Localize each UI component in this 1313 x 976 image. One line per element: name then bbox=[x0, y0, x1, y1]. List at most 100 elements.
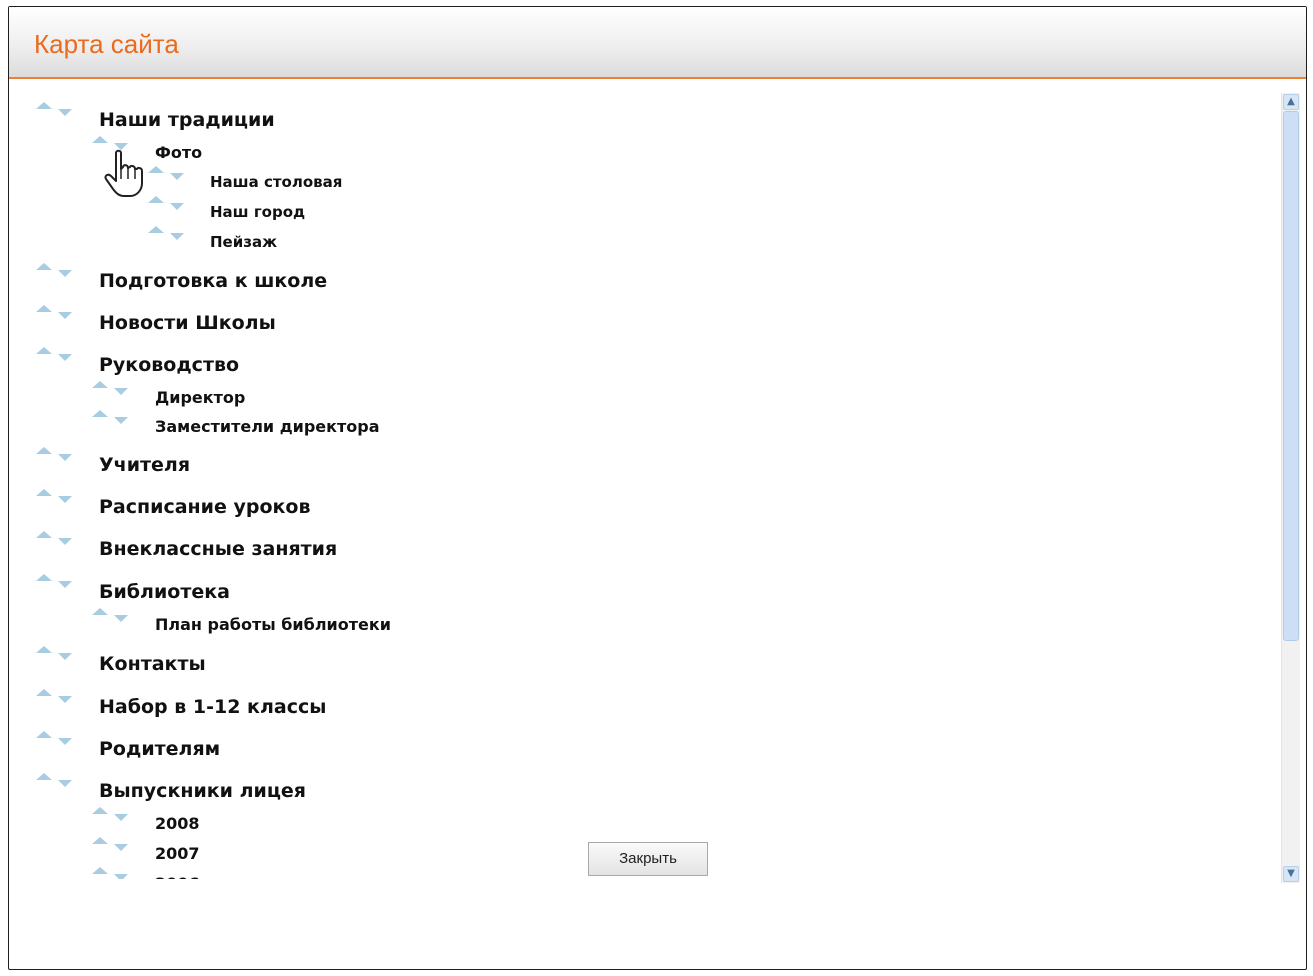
move-arrows bbox=[36, 528, 76, 552]
tree-item: Расписание уроков bbox=[9, 489, 909, 528]
tree-item-label[interactable]: Расписание уроков bbox=[99, 496, 311, 518]
scrollbar[interactable]: ▲ ▼ bbox=[1281, 93, 1300, 883]
move-arrows bbox=[92, 605, 132, 629]
arrow-down-icon[interactable] bbox=[170, 173, 184, 180]
dialog-header: Карта сайта bbox=[9, 7, 1306, 79]
arrow-up-icon[interactable] bbox=[148, 226, 164, 233]
tree-item-label[interactable]: Набор в 1-12 классы bbox=[99, 696, 326, 718]
move-arrows bbox=[36, 686, 76, 710]
arrow-up-icon[interactable] bbox=[36, 347, 52, 354]
tree-item: Руководство bbox=[9, 347, 909, 386]
move-arrows bbox=[36, 486, 76, 510]
tree-item-label[interactable]: 2008 bbox=[155, 814, 200, 833]
arrow-down-icon[interactable] bbox=[58, 270, 72, 277]
tree-item-label[interactable]: Подготовка к школе bbox=[99, 270, 327, 292]
tree-item-label[interactable]: Наш город bbox=[210, 203, 305, 221]
arrow-down-icon[interactable] bbox=[58, 538, 72, 545]
tree-item: Директор bbox=[9, 381, 909, 420]
arrow-up-icon[interactable] bbox=[36, 489, 52, 496]
arrow-down-icon[interactable] bbox=[114, 417, 128, 424]
arrow-down-icon[interactable] bbox=[114, 844, 128, 851]
tree-item: 2007 bbox=[9, 837, 909, 876]
tree-item-label[interactable]: Новости Школы bbox=[99, 312, 276, 334]
move-arrows bbox=[148, 223, 188, 247]
arrow-up-icon[interactable] bbox=[36, 689, 52, 696]
arrow-up-icon[interactable] bbox=[148, 196, 164, 203]
arrow-down-icon[interactable] bbox=[114, 615, 128, 622]
arrow-down-icon[interactable] bbox=[58, 496, 72, 503]
arrow-down-icon[interactable] bbox=[58, 780, 72, 787]
tree-item-label[interactable]: Заместители директора bbox=[155, 417, 380, 436]
arrow-down-icon[interactable] bbox=[58, 581, 72, 588]
move-arrows bbox=[92, 864, 132, 879]
scroll-down-button[interactable]: ▼ bbox=[1283, 866, 1299, 882]
move-arrows bbox=[148, 193, 188, 217]
arrow-up-icon[interactable] bbox=[92, 410, 108, 417]
arrow-down-icon[interactable] bbox=[114, 388, 128, 395]
arrow-up-icon[interactable] bbox=[92, 867, 108, 874]
tree-item-label[interactable]: Учителя bbox=[99, 454, 190, 476]
close-button[interactable]: Закрыть bbox=[588, 842, 708, 876]
arrow-down-icon[interactable] bbox=[58, 109, 72, 116]
arrow-down-icon[interactable] bbox=[58, 738, 72, 745]
arrow-up-icon[interactable] bbox=[92, 381, 108, 388]
tree-item-label[interactable]: 2007 bbox=[155, 844, 200, 863]
arrow-up-icon[interactable] bbox=[36, 731, 52, 738]
tree-item-label[interactable]: Пейзаж bbox=[210, 233, 277, 251]
tree-item-label[interactable]: Контакты bbox=[99, 653, 206, 675]
tree-item: Внеклассные занятия bbox=[9, 531, 909, 570]
arrow-down-icon[interactable] bbox=[170, 203, 184, 210]
arrow-up-icon[interactable] bbox=[36, 574, 52, 581]
arrow-up-icon[interactable] bbox=[36, 102, 52, 109]
arrow-down-icon[interactable] bbox=[58, 454, 72, 461]
move-arrows bbox=[92, 378, 132, 402]
move-arrows bbox=[36, 728, 76, 752]
tree-item: Учителя bbox=[9, 447, 909, 486]
move-arrows bbox=[148, 163, 188, 187]
tree-item: Новости Школы bbox=[9, 305, 909, 344]
tree-item-label[interactable]: Директор bbox=[155, 388, 245, 407]
arrow-down-icon[interactable] bbox=[58, 354, 72, 361]
arrow-down-icon[interactable] bbox=[114, 874, 128, 879]
arrow-down-icon[interactable] bbox=[58, 312, 72, 319]
arrow-up-icon[interactable] bbox=[36, 646, 52, 653]
tree-item-label[interactable]: Библиотека bbox=[99, 581, 230, 603]
tree-item: Наши традиции bbox=[9, 102, 909, 141]
scroll-up-button[interactable]: ▲ bbox=[1283, 94, 1299, 110]
arrow-down-icon[interactable] bbox=[58, 653, 72, 660]
arrow-up-icon[interactable] bbox=[148, 166, 164, 173]
page-title: Карта сайта bbox=[34, 29, 179, 59]
arrow-up-icon[interactable] bbox=[36, 263, 52, 270]
scroll-thumb[interactable] bbox=[1283, 111, 1299, 641]
tree-item: Пейзаж bbox=[9, 226, 909, 265]
tree-item-label[interactable]: План работы библиотеки bbox=[155, 615, 391, 634]
arrow-up-icon[interactable] bbox=[36, 447, 52, 454]
arrow-down-icon[interactable] bbox=[58, 696, 72, 703]
tree-item-label[interactable]: Выпускники лицея bbox=[99, 780, 306, 802]
tree-item: Контакты bbox=[9, 646, 909, 685]
arrow-down-icon[interactable] bbox=[114, 814, 128, 821]
tree-item-label[interactable]: Наши традиции bbox=[99, 109, 275, 131]
tree-item-label[interactable]: Руководство bbox=[99, 354, 239, 376]
move-arrows bbox=[36, 302, 76, 326]
tree-item: Набор в 1-12 классы bbox=[9, 689, 909, 728]
tree-item-label[interactable]: 2006 bbox=[155, 874, 200, 879]
tree-item-label[interactable]: Фото bbox=[155, 143, 202, 162]
tree-item-label[interactable]: Внеклассные занятия bbox=[99, 538, 337, 560]
arrow-up-icon[interactable] bbox=[92, 837, 108, 844]
move-arrows bbox=[36, 444, 76, 468]
move-arrows bbox=[36, 260, 76, 284]
move-arrows bbox=[92, 834, 132, 858]
arrow-up-icon[interactable] bbox=[36, 773, 52, 780]
arrow-up-icon[interactable] bbox=[92, 136, 108, 143]
arrow-up-icon[interactable] bbox=[36, 531, 52, 538]
tree-item-label[interactable]: Родителям bbox=[99, 738, 220, 760]
tree-item-label[interactable]: Наша столовая bbox=[210, 173, 342, 191]
arrow-up-icon[interactable] bbox=[92, 608, 108, 615]
arrow-down-icon[interactable] bbox=[170, 233, 184, 240]
arrow-up-icon[interactable] bbox=[92, 807, 108, 814]
tree-item: Подготовка к школе bbox=[9, 263, 909, 302]
arrow-up-icon[interactable] bbox=[36, 305, 52, 312]
tree-item: Выпускники лицея bbox=[9, 773, 909, 812]
move-arrows bbox=[36, 99, 76, 123]
